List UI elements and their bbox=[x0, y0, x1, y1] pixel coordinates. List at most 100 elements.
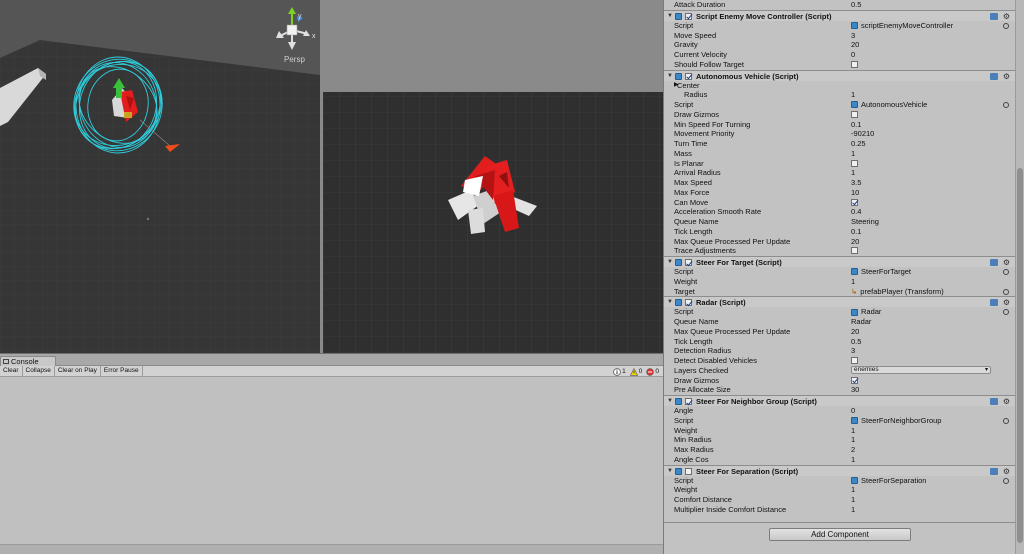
object-picker-icon[interactable] bbox=[1003, 309, 1009, 316]
property-value-field[interactable]: 0.1 bbox=[851, 227, 861, 237]
property-value-field[interactable]: 2 bbox=[851, 445, 855, 455]
component-enabled-checkbox[interactable] bbox=[685, 467, 692, 475]
property-value-field[interactable]: 20 bbox=[851, 40, 859, 50]
component-header-steer-for-neighbor-group-script[interactable]: ▼ Steer For Neighbor Group (Script) ⚙ bbox=[664, 395, 1016, 406]
object-reference-field[interactable]: AutonomousVehicle bbox=[851, 100, 927, 110]
help-book-icon[interactable] bbox=[990, 12, 998, 20]
error-pause-toggle[interactable]: Error Pause bbox=[101, 366, 143, 376]
object-picker-icon[interactable] bbox=[1003, 269, 1009, 275]
component-header-script-enemy-move-controller-script[interactable]: ▼ Script Enemy Move Controller (Script) ⚙ bbox=[664, 9, 1016, 21]
error-count-toggle[interactable]: 0 bbox=[646, 367, 659, 376]
collapse-toggle[interactable]: Collapse bbox=[23, 366, 55, 376]
draw-gizmos-checkbox[interactable] bbox=[851, 376, 858, 384]
property-value-field[interactable]: 1 bbox=[851, 90, 855, 100]
component-enabled-checkbox[interactable] bbox=[685, 299, 692, 307]
inspector-scroll-thumb[interactable] bbox=[1017, 168, 1023, 543]
property-value-field[interactable]: 0.1 bbox=[851, 120, 861, 130]
property-value-field[interactable]: 10 bbox=[851, 188, 859, 198]
property-value-field[interactable]: Radar bbox=[851, 317, 871, 327]
property-label: Angle bbox=[674, 406, 694, 415]
help-book-icon[interactable] bbox=[990, 299, 998, 307]
is-planar-checkbox[interactable] bbox=[851, 159, 858, 167]
property-value-field[interactable]: 1 bbox=[851, 495, 855, 505]
orientation-gizmo[interactable]: y x bbox=[270, 6, 320, 52]
property-value-field[interactable]: -90210 bbox=[851, 129, 874, 139]
component-header-steer-for-target-script[interactable]: ▼ Steer For Target (Script) ⚙ bbox=[664, 256, 1016, 267]
property-value-field[interactable]: 3.5 bbox=[851, 178, 861, 188]
console-log-list[interactable] bbox=[0, 378, 663, 544]
property-value-field[interactable]: 1 bbox=[851, 277, 855, 287]
object-picker-icon[interactable] bbox=[1003, 417, 1009, 424]
projection-label[interactable]: Persp bbox=[284, 55, 305, 64]
property-label: Layers Checked bbox=[674, 365, 729, 375]
property-value-field[interactable]: 1 bbox=[851, 426, 855, 436]
info-count-toggle[interactable]: 1 bbox=[613, 367, 626, 376]
property-value-field[interactable]: 0 bbox=[851, 50, 855, 60]
help-book-icon[interactable] bbox=[990, 467, 998, 475]
property-row-comfort-distance: Comfort Distance 1 bbox=[664, 495, 1016, 505]
inspector-scrollbar[interactable] bbox=[1015, 0, 1024, 554]
component-header-autonomous-vehicle-script[interactable]: ▼ Autonomous Vehicle (Script) ⚙ bbox=[664, 69, 1016, 81]
component-header-radar-script[interactable]: ▼ Radar (Script) ⚙ bbox=[664, 296, 1016, 308]
object-picker-icon[interactable] bbox=[1003, 22, 1009, 29]
property-label: Turn Time bbox=[674, 139, 708, 148]
object-picker-icon[interactable] bbox=[1003, 288, 1009, 295]
property-value-field[interactable]: 30 bbox=[851, 385, 859, 395]
help-book-icon[interactable] bbox=[990, 398, 998, 405]
object-reference-field[interactable]: SteerForTarget bbox=[851, 267, 911, 277]
tab-console[interactable]: Console bbox=[0, 356, 56, 366]
object-reference-field[interactable]: SteerForNeighborGroup bbox=[851, 416, 941, 426]
property-value-field[interactable]: 1 bbox=[851, 485, 855, 495]
property-value-field[interactable]: 0 bbox=[851, 406, 855, 416]
trace-adjustments-checkbox[interactable] bbox=[851, 247, 858, 255]
detect-disabled-vehicles-checkbox[interactable] bbox=[851, 357, 858, 364]
object-reference-field[interactable]: Radar bbox=[851, 307, 881, 317]
error-count: 0 bbox=[655, 368, 659, 375]
clear-button[interactable]: Clear bbox=[0, 366, 23, 376]
clear-on-play-toggle[interactable]: Clear on Play bbox=[55, 366, 101, 376]
game-view[interactable] bbox=[323, 0, 663, 353]
component-enabled-checkbox[interactable] bbox=[685, 12, 692, 20]
layer-mask-dropdown[interactable]: enemies bbox=[851, 365, 991, 374]
component-enabled-checkbox[interactable] bbox=[685, 259, 692, 266]
console-toolbar: Clear Collapse Clear on Play Error Pause… bbox=[0, 366, 663, 377]
component-enabled-checkbox[interactable] bbox=[685, 72, 692, 80]
draw-gizmos-checkbox[interactable] bbox=[851, 110, 858, 118]
object-reference-field[interactable]: ↳ prefabPlayer (Transform) bbox=[851, 287, 944, 297]
property-value-field[interactable]: 3 bbox=[851, 346, 855, 356]
property-label: Weight bbox=[674, 276, 698, 286]
add-component-button[interactable]: Add Component bbox=[769, 528, 911, 541]
property-value-field[interactable]: 1 bbox=[851, 505, 855, 515]
property-value-field[interactable]: 0.25 bbox=[851, 139, 866, 149]
property-value-field[interactable]: 1 bbox=[851, 168, 855, 178]
property-row-queue-name: Queue Name Radar bbox=[664, 317, 1016, 327]
property-label: Weight bbox=[674, 425, 698, 435]
property-value-field[interactable]: 0.4 bbox=[851, 207, 861, 217]
property-value-field[interactable]: Steering bbox=[851, 217, 879, 227]
property-value-field[interactable]: 20 bbox=[851, 237, 859, 247]
can-move-checkbox[interactable] bbox=[851, 198, 858, 206]
foldout-center[interactable]: ▶ Center bbox=[664, 81, 1016, 91]
property-value-field[interactable]: 1 bbox=[851, 149, 855, 159]
property-row-script: Script Radar bbox=[664, 307, 1016, 317]
object-picker-icon[interactable] bbox=[1003, 477, 1009, 484]
object-reference-field[interactable]: scriptEnemyMoveController bbox=[851, 21, 953, 31]
property-value-field[interactable]: 20 bbox=[851, 327, 859, 337]
property-row-multiplier-inside-comfort-distance: Multiplier Inside Comfort Distance 1 bbox=[664, 505, 1016, 515]
component-header-steer-for-separation-script[interactable]: ▼ Steer For Separation (Script) ⚙ bbox=[664, 464, 1016, 476]
property-value-field[interactable]: 0.5 bbox=[851, 337, 861, 347]
object-reference-field[interactable]: SteerForSeparation bbox=[851, 476, 926, 486]
object-picker-icon[interactable] bbox=[1003, 102, 1009, 108]
property-value-field[interactable]: 0.5 bbox=[851, 0, 861, 10]
scene-view[interactable]: y x Persp bbox=[0, 0, 320, 353]
help-book-icon[interactable] bbox=[990, 72, 998, 80]
property-value-field[interactable]: 3 bbox=[851, 31, 855, 41]
console-horizontal-scrollbar[interactable] bbox=[0, 544, 663, 554]
property-value-field[interactable]: 1 bbox=[851, 455, 855, 465]
should-follow-target-checkbox[interactable] bbox=[851, 60, 858, 68]
help-book-icon[interactable] bbox=[990, 259, 998, 266]
property-value-field[interactable]: 1 bbox=[851, 435, 855, 445]
error-icon bbox=[646, 367, 655, 376]
warning-count-toggle[interactable]: 0 bbox=[629, 367, 642, 376]
component-enabled-checkbox[interactable] bbox=[685, 398, 692, 405]
